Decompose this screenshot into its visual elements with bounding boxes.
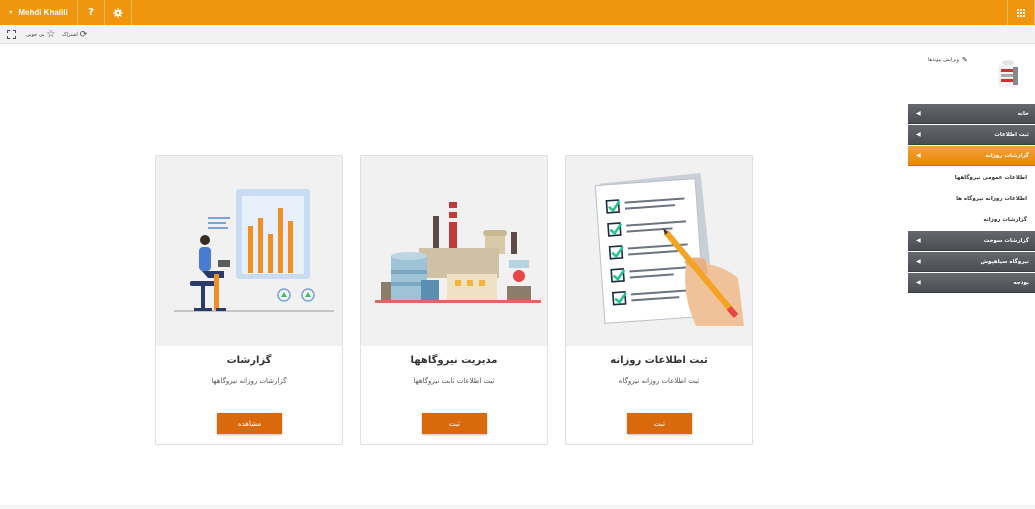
card-title: مدیریت نیروگاهها <box>410 355 498 366</box>
gear-icon <box>113 7 123 18</box>
nav-subitem-plants-daily[interactable]: اطلاعات روزانه نیروگاه ها <box>908 188 1035 209</box>
nav-subitem-label: اطلاعات روزانه نیروگاه ها <box>956 195 1027 202</box>
card-description: ثبت اطلاعات روزانه نیروگاه <box>618 377 700 385</box>
app-launcher-button[interactable] <box>1007 0 1035 25</box>
caret-left-icon: ◀ <box>916 152 921 159</box>
card-description: گزارشات روزانه نیروگاهها <box>211 377 287 385</box>
caret-left-icon: ◀ <box>916 110 921 117</box>
caret-left-icon: ◀ <box>916 258 921 265</box>
share-button[interactable]: اشتراک ⟳ <box>62 28 87 41</box>
nav-subitem-plants-general[interactable]: اطلاعات عمومی نیروگاهها <box>908 167 1035 188</box>
nav-item-label: گزارشات روزانه <box>985 152 1029 159</box>
nav-item-siahpoosh-plant[interactable]: نیروگاه سیاهپوش ◀ <box>908 252 1035 272</box>
pencil-icon: ✎ <box>961 56 968 64</box>
caret-left-icon: ◀ <box>916 131 921 138</box>
share-label: اشتراک <box>62 31 78 38</box>
nav-item-label: نیروگاه سیاهپوش <box>980 258 1029 265</box>
card-title: ثبت اطلاعات روزانه <box>610 355 708 366</box>
help-icon: ? <box>88 7 94 18</box>
nav-item-label: خانه <box>1017 110 1029 117</box>
follow-button[interactable]: پی جویی ☆ <box>26 28 55 41</box>
view-button[interactable]: مشاهده <box>217 413 282 434</box>
nav-subitem-label: گزارشات روزانه <box>983 216 1027 223</box>
user-name: Mehdi Khalili <box>18 8 68 17</box>
focus-content-icon[interactable] <box>7 30 16 39</box>
nav-item-daily-reports[interactable]: گزارشات روزانه ◀ <box>908 146 1035 166</box>
horizontal-scrollbar[interactable] <box>0 505 1035 509</box>
caret-left-icon: ◀ <box>916 279 921 286</box>
app-launcher-icon <box>1017 8 1025 17</box>
card-daily-data-entry: ثبت اطلاعات روزانه ثبت اطلاعات روزانه نی… <box>565 155 753 445</box>
settings-button[interactable] <box>105 0 132 25</box>
nav-item-label: ثبت اطلاعات <box>994 131 1029 138</box>
nav-item-fuel-reports[interactable]: گزارشات سوخت ◀ <box>908 231 1035 251</box>
card-title: گزارشات <box>226 355 272 366</box>
submit-button[interactable]: ثبت <box>627 413 692 434</box>
nav-submenu: اطلاعات عمومی نیروگاهها اطلاعات روزانه ن… <box>908 167 1035 230</box>
factory-illustration <box>361 156 547 346</box>
nav-item-label: بودجه <box>1013 279 1029 286</box>
user-menu[interactable]: ▾ Mehdi Khalili <box>0 0 78 25</box>
ribbon-bar: پی جویی ☆ اشتراک ⟳ <box>0 25 1035 44</box>
caret-left-icon: ◀ <box>916 237 921 244</box>
card-reports: گزارشات گزارشات روزانه نیروگاهها مشاهده <box>155 155 343 445</box>
follow-label: پی جویی <box>26 31 45 38</box>
nav-item-data-entry[interactable]: ثبت اطلاعات ◀ <box>908 125 1035 145</box>
edit-links-label: ویرایش پیوندها <box>928 57 959 63</box>
checklist-illustration <box>566 156 752 346</box>
nav-subitem-label: اطلاعات عمومی نیروگاهها <box>954 174 1027 181</box>
share-icon: ⟳ <box>79 29 88 40</box>
edit-links[interactable]: ✎ ویرایش پیوندها <box>928 56 968 64</box>
submit-button[interactable]: ثبت <box>422 413 487 434</box>
chevron-down-icon: ▾ <box>9 10 13 16</box>
nav-subitem-daily-reports[interactable]: گزارشات روزانه <box>908 209 1035 230</box>
star-icon: ☆ <box>46 29 56 40</box>
site-logo[interactable] <box>995 57 1021 89</box>
suite-bar: ▾ Mehdi Khalili ? <box>0 0 1035 25</box>
reports-illustration <box>156 156 342 346</box>
nav-item-home[interactable]: خانه ◀ <box>908 104 1035 124</box>
card-plant-management: مدیریت نیروگاهها ثبت اطلاعات ثابت نیروگا… <box>360 155 548 445</box>
nav-item-label: گزارشات سوخت <box>983 237 1029 244</box>
side-navigation: خانه ◀ ثبت اطلاعات ◀ گزارشات روزانه ◀ اط… <box>908 104 1035 294</box>
help-button[interactable]: ? <box>78 0 105 25</box>
nav-item-budget[interactable]: بودجه ◀ <box>908 273 1035 293</box>
card-description: ثبت اطلاعات ثابت نیروگاهها <box>413 377 495 385</box>
